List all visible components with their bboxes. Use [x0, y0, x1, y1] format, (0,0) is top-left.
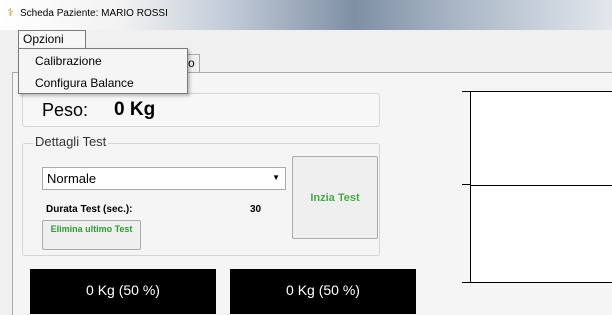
left-weight-value: 0 Kg (50 %): [86, 282, 160, 298]
chart-tick-mid: [462, 184, 470, 185]
durata-test-value: 30: [250, 204, 262, 215]
chart-center-line: [471, 185, 612, 186]
right-weight-value: 0 Kg (50 %): [286, 282, 360, 298]
opzioni-dropdown: Calibrazione Configura Balance: [18, 48, 188, 94]
tab-partial-label: o: [188, 56, 195, 70]
menu-opzioni[interactable]: Opzioni: [18, 30, 86, 48]
inizia-test-button[interactable]: Inzia Test: [292, 156, 378, 239]
durata-test-label: Durata Test (sec.):: [46, 204, 133, 215]
menu-bar: Opzioni: [0, 30, 612, 48]
test-type-value: Normale: [47, 171, 97, 186]
app-icon: ⚕: [7, 7, 14, 19]
elimina-ultimo-test-button[interactable]: Elimina ultimo Test: [42, 220, 141, 250]
menu-item-configura-balance[interactable]: Configura Balance: [35, 76, 134, 90]
chevron-down-icon: ▼: [272, 173, 280, 182]
left-weight-panel: 0 Kg (50 %): [30, 269, 216, 314]
peso-box: Peso: 0 Kg: [22, 93, 380, 127]
peso-value: 0 Kg: [114, 99, 156, 120]
balance-chart: [470, 91, 612, 283]
dettagli-test-legend: Dettagli Test: [33, 134, 109, 149]
chart-tick-bottom: [462, 282, 470, 283]
test-type-select[interactable]: Normale ▼: [42, 167, 286, 190]
chart-tick-top: [462, 91, 470, 92]
peso-label: Peso:: [42, 100, 89, 120]
window-title: Scheda Paziente: MARIO ROSSI: [20, 8, 168, 19]
menu-item-calibrazione[interactable]: Calibrazione: [35, 54, 102, 68]
right-weight-panel: 0 Kg (50 %): [230, 269, 416, 314]
title-bar: ⚕ Scheda Paziente: MARIO ROSSI: [0, 0, 612, 30]
